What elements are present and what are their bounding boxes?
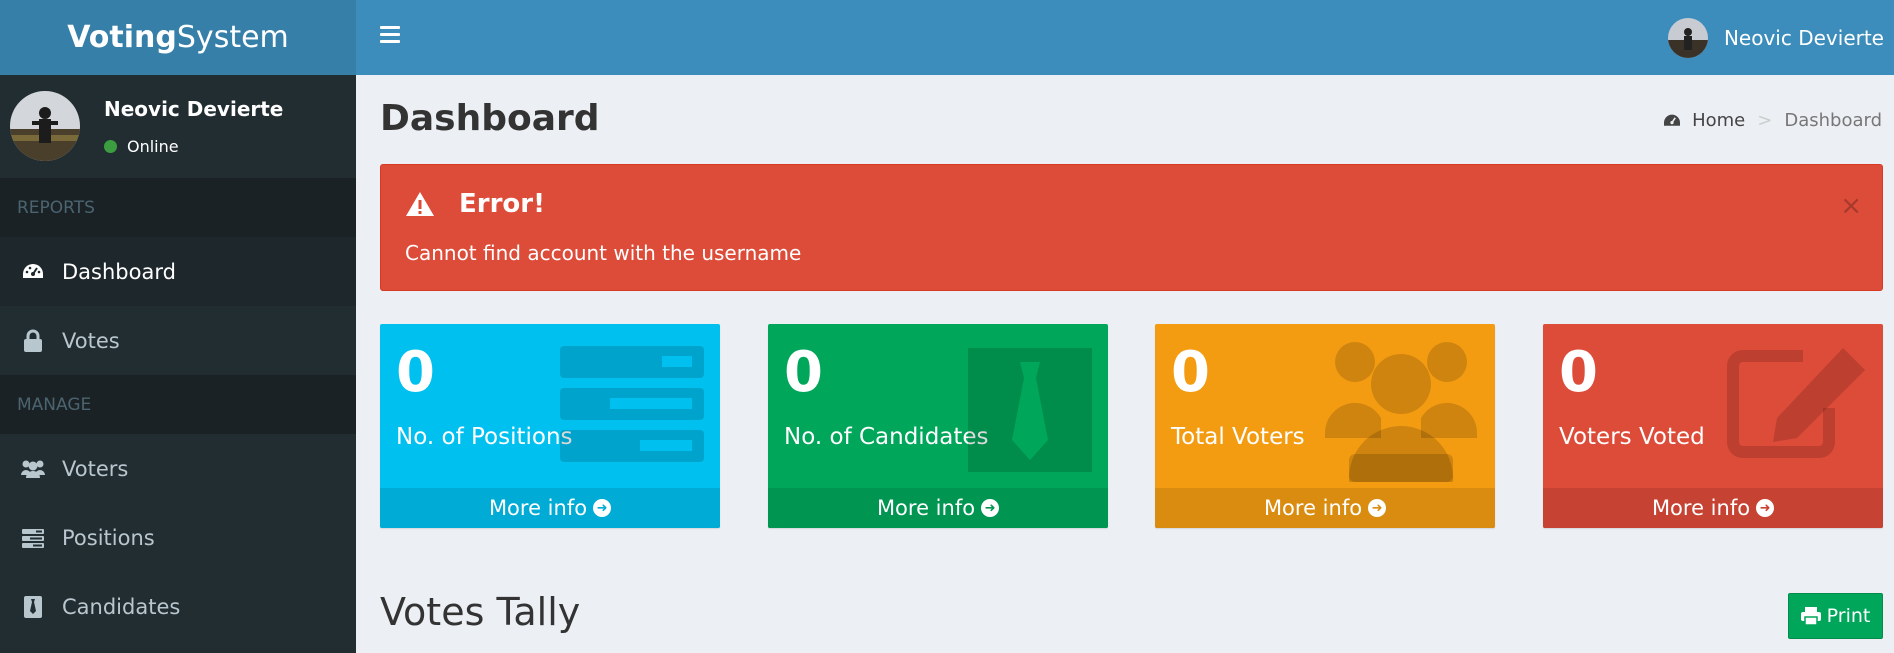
more-info-link[interactable]: More info ➜ (768, 488, 1108, 528)
user-panel: Neovic Devierte Online (0, 75, 356, 178)
sidebar-item-positions[interactable]: Positions (0, 503, 356, 572)
avatar (10, 91, 80, 161)
sidebar-header-manage: MANAGE (0, 375, 356, 434)
stat-box-total-voters: 0 Total Voters More info ➜ (1155, 324, 1495, 528)
users-icon (20, 456, 46, 482)
breadcrumb-home[interactable]: Home (1662, 110, 1745, 131)
print-label: Print (1826, 605, 1871, 627)
arrow-circle-right-icon: ➜ (1756, 499, 1775, 517)
status-label: Online (127, 137, 179, 156)
online-status-icon (104, 140, 117, 153)
sidebar-item-candidates[interactable]: Candidates (0, 572, 356, 641)
breadcrumb-home-label: Home (1692, 110, 1746, 131)
dashboard-icon (20, 259, 46, 285)
close-icon[interactable]: × (1840, 191, 1862, 221)
breadcrumb: Home > Dashboard (1662, 110, 1882, 131)
stat-label: Voters Voted (1559, 424, 1705, 450)
sidebar-item-label: Candidates (62, 594, 181, 619)
more-info-label: More info (1263, 496, 1363, 520)
more-info-label: More info (488, 496, 588, 520)
more-info-label: More info (1651, 496, 1751, 520)
sidebar-item-label: Votes (62, 328, 120, 353)
print-icon (1800, 607, 1821, 625)
edit-icon (1723, 346, 1867, 466)
brand-bold: Voting (67, 20, 177, 55)
dashboard-icon (1664, 114, 1681, 126)
alert-title: Error! (405, 189, 545, 219)
stat-box-positions: 0 No. of Positions More info ➜ (380, 324, 720, 528)
alert-title-text: Error! (459, 189, 545, 219)
stat-value: 0 (784, 340, 823, 405)
print-button[interactable]: Print (1788, 593, 1883, 639)
more-info-link[interactable]: More info ➜ (1155, 488, 1495, 528)
sidebar-item-label: Positions (62, 525, 155, 550)
tie-icon (968, 348, 1092, 476)
stat-box-voters-voted: 0 Voters Voted More info ➜ (1543, 324, 1883, 528)
more-info-link[interactable]: More info ➜ (1543, 488, 1883, 528)
top-navbar: Neovic Devierte (356, 0, 1894, 75)
user-status: Online (104, 137, 179, 156)
navbar-user-name: Neovic Devierte (1723, 25, 1884, 50)
stat-box-candidates: 0 No. of Candidates More info ➜ (768, 324, 1108, 528)
stat-value: 0 (1171, 340, 1210, 405)
warning-icon (406, 192, 434, 216)
votes-tally-title: Votes Tally (380, 590, 581, 634)
hamburger-icon[interactable] (380, 26, 400, 46)
sidebar-item-voters[interactable]: Voters (0, 434, 356, 503)
more-info-label: More info (876, 496, 976, 520)
sidebar: Neovic Devierte Online REPORTS Dashboard… (0, 75, 356, 653)
sidebar-user-name: Neovic Devierte (104, 97, 284, 121)
brand-rest: System (176, 20, 289, 55)
stat-label: No. of Positions (396, 424, 573, 450)
navbar-user-menu[interactable]: Neovic Devierte (1667, 0, 1884, 75)
stat-label: No. of Candidates (784, 424, 989, 450)
arrow-circle-right-icon: ➜ (1368, 499, 1387, 517)
page-title: Dashboard (380, 98, 600, 139)
sidebar-item-label: Dashboard (62, 259, 176, 284)
more-info-link[interactable]: More info ➜ (380, 488, 720, 528)
stat-value: 0 (396, 340, 435, 405)
breadcrumb-current: Dashboard (1784, 110, 1882, 131)
users-icon (1323, 338, 1479, 486)
sidebar-item-votes[interactable]: Votes (0, 306, 356, 375)
arrow-circle-right-icon: ➜ (593, 499, 612, 517)
tie-icon (20, 594, 46, 620)
lock-icon (20, 328, 46, 354)
error-alert: Error! Cannot find account with the user… (380, 164, 1883, 291)
breadcrumb-separator: > (1757, 110, 1773, 131)
arrow-circle-right-icon: ➜ (981, 499, 1000, 517)
app-logo[interactable]: Voting System (0, 0, 356, 75)
sidebar-item-label: Voters (62, 456, 129, 481)
sidebar-item-dashboard[interactable]: Dashboard (0, 237, 356, 306)
avatar (1667, 17, 1708, 58)
tasks-icon (20, 525, 46, 551)
stat-value: 0 (1559, 340, 1598, 405)
alert-message: Cannot find account with the username (405, 241, 802, 265)
tasks-icon (560, 346, 704, 466)
stat-label: Total Voters (1171, 424, 1305, 450)
sidebar-header-reports: REPORTS (0, 178, 356, 237)
